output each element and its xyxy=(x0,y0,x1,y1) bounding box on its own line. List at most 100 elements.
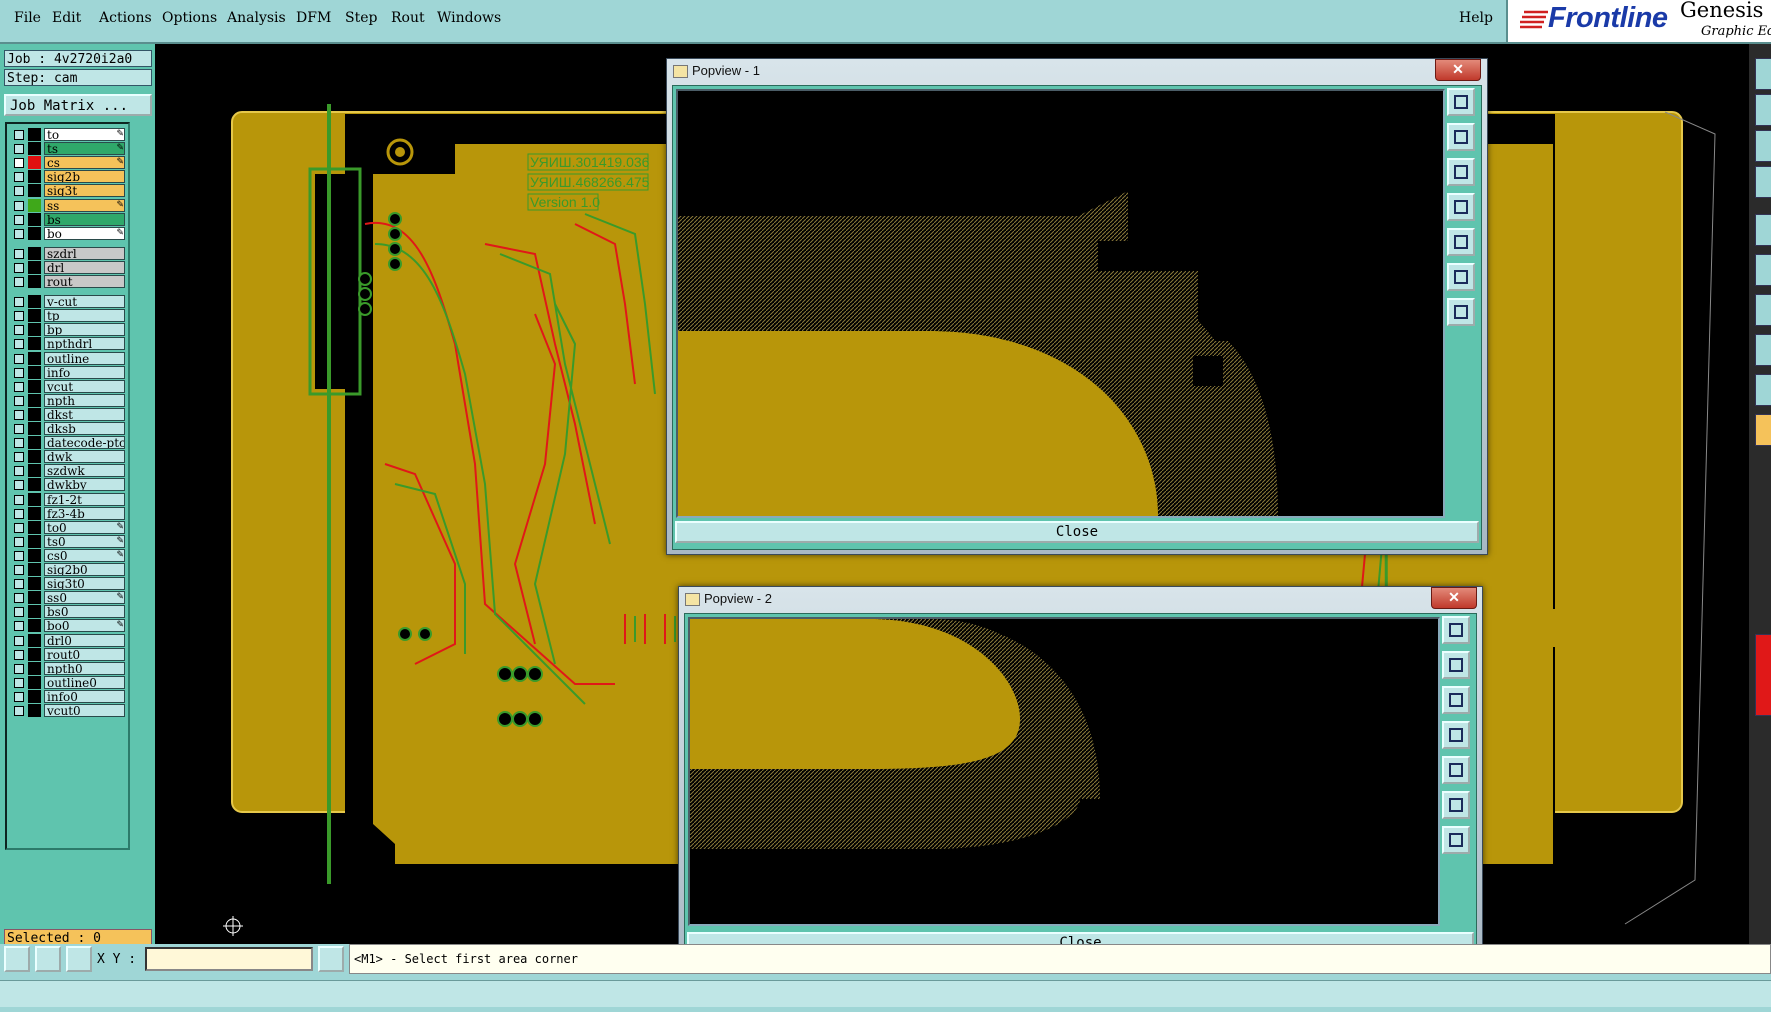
layer-row[interactable]: info0 xyxy=(10,689,128,704)
layer-row[interactable]: dkst xyxy=(10,407,128,422)
layer-checkbox[interactable] xyxy=(14,494,24,505)
layer-color-swatch[interactable] xyxy=(28,212,41,226)
layer-row[interactable]: cs0 ✎ xyxy=(10,548,128,563)
layer-color-swatch[interactable] xyxy=(28,275,41,288)
layer-name[interactable]: bo0 xyxy=(44,619,125,633)
layer-name[interactable]: outline0 xyxy=(44,675,125,689)
layer-name[interactable]: ss xyxy=(44,198,125,212)
layer-color-swatch[interactable] xyxy=(28,577,41,591)
layer-name[interactable]: drl xyxy=(44,260,125,274)
popview-2-zoom-out-icon[interactable] xyxy=(1442,826,1470,854)
layer-color-swatch[interactable] xyxy=(28,704,41,717)
layer-checkbox[interactable] xyxy=(14,691,24,702)
xy-input[interactable] xyxy=(145,947,313,971)
layer-color-swatch[interactable] xyxy=(28,226,41,240)
layer-name[interactable]: info xyxy=(44,365,125,379)
layer-name[interactable]: datecode-ptc xyxy=(44,436,125,450)
layer-row[interactable]: ts0 ✎ xyxy=(10,534,128,549)
layer-row[interactable]: szdrl xyxy=(10,246,128,261)
layer-color-swatch[interactable] xyxy=(28,422,41,435)
layer-checkbox[interactable] xyxy=(14,607,24,618)
popview-1-close-icon[interactable]: ✕ xyxy=(1435,59,1481,81)
menu-analysis[interactable]: Analysis xyxy=(227,10,286,26)
layer-name[interactable]: to xyxy=(44,128,125,141)
layer-checkbox[interactable] xyxy=(14,565,24,575)
layer-color-swatch[interactable] xyxy=(28,534,41,548)
layer-checkbox[interactable] xyxy=(14,508,24,519)
menu-actions[interactable]: Actions xyxy=(99,10,152,26)
layer-checkbox[interactable] xyxy=(14,424,24,434)
layer-name[interactable]: drl0 xyxy=(44,633,125,647)
layer-color-swatch[interactable] xyxy=(28,295,41,309)
popview-1-close-button[interactable]: Close xyxy=(675,521,1479,543)
layer-color-swatch[interactable] xyxy=(28,506,41,520)
layer-name[interactable]: sig3t0 xyxy=(44,577,125,591)
job-matrix-button[interactable]: Job Matrix ... xyxy=(4,94,152,116)
layer-color-swatch[interactable] xyxy=(28,156,41,170)
grid-tool-icon[interactable] xyxy=(66,946,92,972)
layer-row[interactable]: drl xyxy=(10,260,128,275)
layer-checkbox[interactable] xyxy=(14,395,24,406)
measure-tool-icon[interactable] xyxy=(35,946,61,972)
right-tool-5[interactable] xyxy=(1755,214,1771,246)
right-tool-3[interactable] xyxy=(1755,130,1771,162)
menu-windows[interactable]: Windows xyxy=(437,10,501,26)
layer-checkbox[interactable] xyxy=(14,311,24,322)
layer-color-swatch[interactable] xyxy=(28,436,41,450)
layer-row[interactable]: bo0 ✎ xyxy=(10,619,128,633)
layer-color-swatch[interactable] xyxy=(28,492,41,506)
layer-color-swatch[interactable] xyxy=(28,633,41,647)
layer-name[interactable]: vcut xyxy=(44,379,125,393)
popview-2-close-icon[interactable]: ✕ xyxy=(1431,587,1477,609)
layer-name[interactable]: dksb xyxy=(44,422,125,435)
layer-checkbox[interactable] xyxy=(14,248,24,259)
layer-color-swatch[interactable] xyxy=(28,661,41,675)
right-tool-11[interactable] xyxy=(1755,634,1771,716)
layer-name[interactable]: sig2b xyxy=(44,170,125,184)
layer-row[interactable]: tp xyxy=(10,309,128,323)
layer-row[interactable]: sig3t0 xyxy=(10,577,128,591)
layer-name[interactable]: rout0 xyxy=(44,647,125,661)
popview-2-view[interactable] xyxy=(688,617,1440,926)
layer-checkbox[interactable] xyxy=(14,663,24,674)
layer-name[interactable]: npth0 xyxy=(44,661,125,675)
popview-1-sync-icon[interactable] xyxy=(1447,88,1475,116)
popview-1-zoom-in-icon[interactable] xyxy=(1447,263,1475,291)
layer-name[interactable]: npthdrl xyxy=(44,337,125,351)
layer-color-swatch[interactable] xyxy=(28,605,41,619)
layer-color-swatch[interactable] xyxy=(28,198,41,212)
layer-name[interactable]: szdrl xyxy=(44,246,125,260)
right-tool-6[interactable] xyxy=(1755,254,1771,286)
layer-name[interactable]: bs0 xyxy=(44,605,125,619)
layer-name[interactable]: tp xyxy=(44,309,125,323)
layer-color-swatch[interactable] xyxy=(28,464,41,478)
layer-color-swatch[interactable] xyxy=(28,323,41,337)
layer-row[interactable]: npth0 xyxy=(10,661,128,676)
layer-checkbox[interactable] xyxy=(14,353,24,364)
select-tool-icon[interactable] xyxy=(4,946,30,972)
layer-name[interactable]: sig3t xyxy=(44,184,125,198)
layer-checkbox[interactable] xyxy=(14,677,24,688)
layer-color-swatch[interactable] xyxy=(28,393,41,407)
layer-checkbox[interactable] xyxy=(14,635,24,646)
layer-color-swatch[interactable] xyxy=(28,309,41,323)
layer-row[interactable]: fz3-4b xyxy=(10,506,128,521)
layer-row[interactable]: ts ✎ xyxy=(10,142,128,156)
layer-row[interactable]: bo ✎ xyxy=(10,226,128,241)
layer-name[interactable]: ss0 xyxy=(44,591,125,605)
layer-name[interactable]: outline xyxy=(44,351,125,365)
popview-1-pan-down-icon[interactable] xyxy=(1447,158,1475,186)
popview-1-pan-left-icon[interactable] xyxy=(1447,193,1475,221)
layer-color-swatch[interactable] xyxy=(28,184,41,198)
menu-edit[interactable]: Edit xyxy=(52,10,81,26)
layer-color-swatch[interactable] xyxy=(28,591,41,605)
layer-row[interactable]: sig3t xyxy=(10,184,128,198)
right-tool-9[interactable] xyxy=(1755,374,1771,406)
layer-checkbox[interactable] xyxy=(14,297,24,308)
popview-2-zoom-in-icon[interactable] xyxy=(1442,791,1470,819)
layer-row[interactable]: sig2b0 xyxy=(10,563,128,577)
layer-name[interactable]: dkst xyxy=(44,407,125,421)
layer-checkbox[interactable] xyxy=(14,172,24,183)
layer-color-swatch[interactable] xyxy=(28,520,41,534)
layer-name[interactable]: szdwk xyxy=(44,464,125,478)
